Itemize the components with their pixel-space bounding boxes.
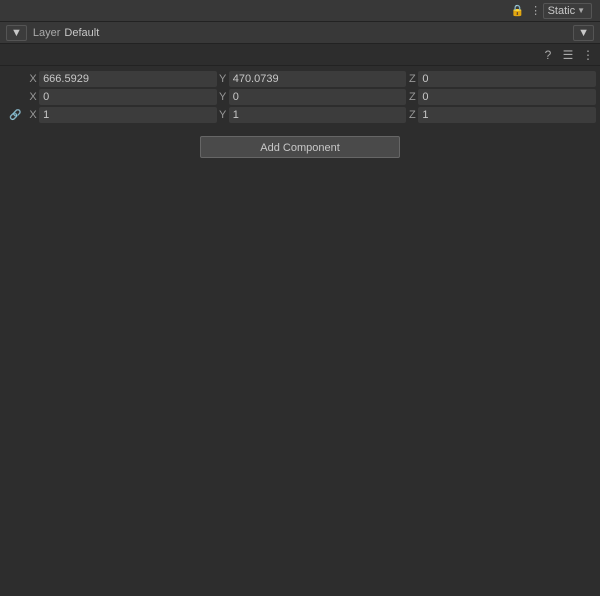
z-axis-label: Z <box>406 73 418 85</box>
transform-row-scale: 🔗 X Y Z <box>0 106 600 124</box>
position-z-input[interactable] <box>418 71 596 87</box>
transform-section: X Y Z X Y Z <box>0 66 600 128</box>
x-axis-label: X <box>27 73 39 85</box>
row-icon-scale: 🔗 <box>4 110 27 121</box>
scale-x-group: X <box>27 107 217 123</box>
sz-axis-label: Z <box>406 109 418 121</box>
position-z-group: Z <box>406 71 596 87</box>
scale-z-group: Z <box>406 107 596 123</box>
rotation-z-input[interactable] <box>418 89 596 105</box>
main-content: X Y Z X Y Z <box>0 66 600 158</box>
y-axis-label: Y <box>217 73 229 85</box>
help-icon[interactable]: ? <box>540 47 556 63</box>
layer-value: Default <box>64 27 573 39</box>
scale-z-input[interactable] <box>418 107 596 123</box>
layer-left-dropdown[interactable]: ▼ <box>6 25 27 41</box>
rx-axis-label: X <box>27 91 39 103</box>
scale-y-input[interactable] <box>229 107 407 123</box>
ry-axis-label: Y <box>217 91 229 103</box>
top-bar: 🔒 ⋮ Static ▼ <box>0 0 600 22</box>
position-x-input[interactable] <box>39 71 217 87</box>
layer-right-dropdown[interactable]: ▼ <box>573 25 594 41</box>
more-dots-icon[interactable]: ⋮ <box>529 4 543 18</box>
position-x-group: X <box>27 71 217 87</box>
position-y-input[interactable] <box>229 71 407 87</box>
layer-bar: ▼ Layer Default ▼ <box>0 22 600 44</box>
transform-row-position: X Y Z <box>0 70 600 88</box>
scale-y-group: Y <box>217 107 407 123</box>
lock-icon[interactable]: 🔒 <box>511 4 525 18</box>
static-arrow-icon: ▼ <box>577 6 585 15</box>
static-label: Static <box>548 5 576 17</box>
transform-row-rotation: X Y Z <box>0 88 600 106</box>
layer-left-arrow-icon: ▼ <box>11 27 22 39</box>
add-component-button[interactable]: Add Component <box>200 136 400 158</box>
rotation-x-input[interactable] <box>39 89 217 105</box>
scale-x-input[interactable] <box>39 107 217 123</box>
rotation-y-group: Y <box>217 89 407 105</box>
toolbar-bar: ? ☰ ⋮ <box>0 44 600 66</box>
rotation-x-group: X <box>27 89 217 105</box>
sx-axis-label: X <box>27 109 39 121</box>
rz-axis-label: Z <box>406 91 418 103</box>
rotation-y-input[interactable] <box>229 89 407 105</box>
rotation-z-group: Z <box>406 89 596 105</box>
static-dropdown[interactable]: Static ▼ <box>543 3 592 19</box>
sy-axis-label: Y <box>217 109 229 121</box>
layer-label: Layer <box>33 27 61 39</box>
more-options-icon[interactable]: ⋮ <box>580 47 596 63</box>
layer-right-arrow-icon: ▼ <box>578 27 589 39</box>
settings-icon[interactable]: ☰ <box>560 47 576 63</box>
position-y-group: Y <box>217 71 407 87</box>
